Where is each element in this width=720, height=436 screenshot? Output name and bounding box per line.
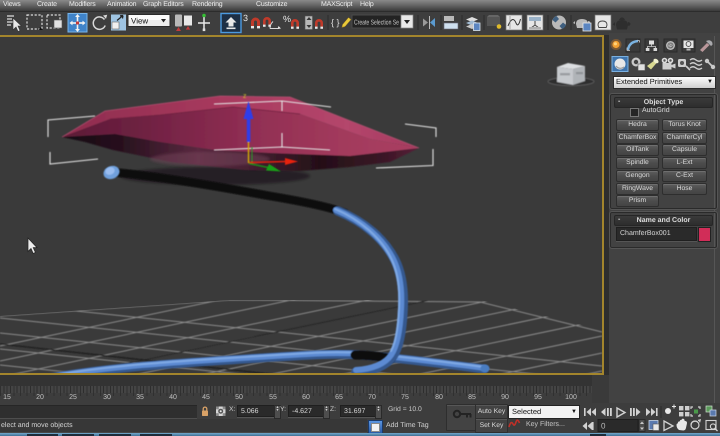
svg-text:View: View (131, 17, 148, 26)
svg-text:S: S (669, 44, 673, 50)
svg-text:{: { (331, 18, 334, 28)
svg-text:Create Selection Se: Create Selection Se (354, 19, 399, 27)
svg-text:}: } (337, 18, 340, 28)
svg-text:%: % (283, 14, 291, 24)
svg-text:0: 0 (601, 422, 606, 431)
svg-text:z: z (243, 93, 247, 100)
svg-text:3: 3 (243, 13, 248, 23)
